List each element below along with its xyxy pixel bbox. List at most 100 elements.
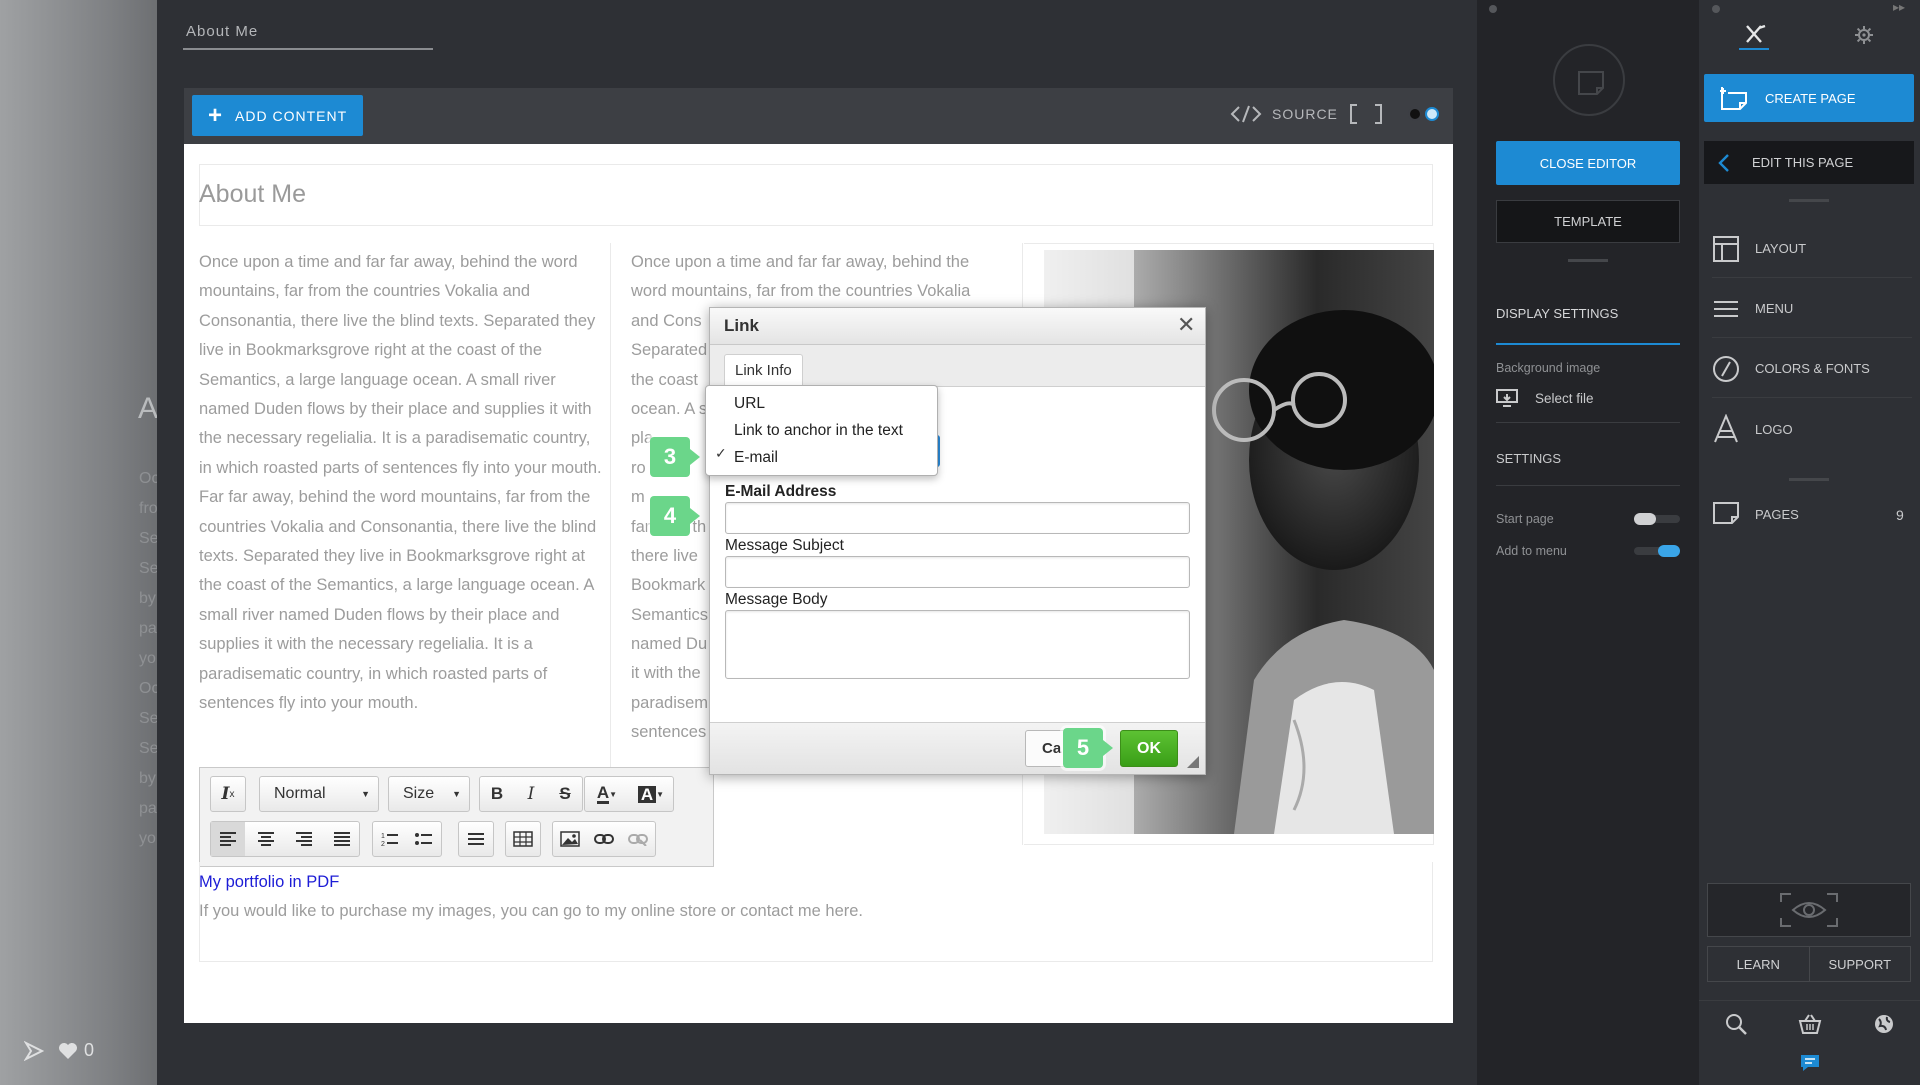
subject-label: Message Subject	[725, 537, 844, 554]
svg-text:2: 2	[381, 841, 385, 847]
page-heading[interactable]: About Me	[199, 180, 499, 209]
nav-label: PAGES	[1755, 506, 1799, 522]
edit-this-page-button[interactable]: EDIT THIS PAGE	[1704, 141, 1914, 184]
nav-label: COLORS & FONTS	[1755, 361, 1870, 376]
add-to-menu-label: Add to menu	[1496, 544, 1567, 558]
nav-item-logo[interactable]: LOGO	[1712, 400, 1912, 458]
table-group	[505, 821, 541, 857]
globe-icon[interactable]	[1873, 1013, 1895, 1035]
share-icon[interactable]	[24, 1040, 44, 1061]
tab-link-info[interactable]: Link Info	[724, 354, 803, 388]
nav-item-pages[interactable]: PAGES	[1712, 485, 1912, 543]
close-editor-button[interactable]: CLOSE EDITOR	[1496, 141, 1680, 185]
resize-handle[interactable]	[1187, 756, 1199, 768]
display-settings-heading[interactable]: DISPLAY SETTINGS	[1496, 306, 1618, 321]
checkmark-icon: ✓	[715, 445, 727, 461]
panel-handle-dot[interactable]	[1489, 5, 1497, 13]
active-tab-underline	[1739, 48, 1769, 50]
page-title-tab[interactable]: About Me	[183, 20, 433, 50]
link-type-dropdown: URL Link to anchor in the text ✓ E-mail	[705, 385, 938, 476]
gear-icon[interactable]	[1855, 26, 1873, 44]
media-group	[552, 821, 656, 857]
add-to-menu-toggle[interactable]	[1634, 545, 1680, 557]
text-column-1[interactable]: Once upon a time and far far away, behin…	[199, 243, 611, 770]
body-field[interactable]	[725, 610, 1190, 679]
format-select[interactable]: Normal ▼	[259, 776, 379, 812]
italic-icon[interactable]: I	[514, 777, 548, 811]
align-justify-icon[interactable]	[325, 822, 359, 856]
email-label: E-Mail Address	[725, 483, 837, 500]
colors-fonts-icon	[1713, 355, 1739, 382]
bold-icon[interactable]: B	[480, 777, 514, 811]
text-style-group: B I S	[479, 776, 583, 812]
ghost-text-line: by	[139, 770, 156, 787]
size-select-value: Size	[403, 785, 435, 802]
support-button[interactable]: SUPPORT	[1810, 947, 1911, 981]
option-url[interactable]: URL	[734, 395, 765, 413]
dialog-titlebar[interactable]	[710, 308, 1205, 345]
option-email[interactable]: E-mail	[734, 449, 778, 467]
heart-icon[interactable]	[58, 1042, 78, 1060]
nav-item-layout[interactable]: LAYOUT	[1712, 220, 1912, 278]
collapse-arrows-icon[interactable]: ▸▸	[1893, 0, 1905, 14]
text-color-icon[interactable]: A ▼	[585, 777, 629, 811]
subject-field[interactable]	[725, 556, 1190, 588]
nav-item-colors-fonts[interactable]: COLORS & FONTS	[1712, 340, 1912, 398]
ghost-text-line: yo	[139, 650, 156, 667]
nav-item-menu[interactable]: MENU	[1712, 280, 1912, 338]
edit-this-page-label: EDIT THIS PAGE	[1752, 155, 1854, 170]
remove-format-icon[interactable]: Ix	[211, 777, 245, 811]
strikethrough-icon[interactable]: S	[548, 777, 582, 811]
horizontal-rule-icon[interactable]	[459, 822, 493, 856]
start-page-toggle[interactable]	[1634, 513, 1680, 525]
close-icon[interactable]: ✕	[1177, 314, 1195, 336]
ghost-text-line: Se	[139, 740, 159, 757]
source-label: SOURCE	[1272, 106, 1338, 122]
bullet-list-icon[interactable]	[407, 822, 441, 856]
background-page-preview	[0, 0, 157, 1085]
layout-icon	[1713, 235, 1739, 262]
tools-icon[interactable]	[1739, 24, 1769, 44]
search-icon[interactable]	[1725, 1013, 1747, 1035]
ghost-text-line: Se	[139, 560, 159, 577]
purchase-text[interactable]: If you would like to purchase my images,…	[199, 902, 863, 921]
section-divider	[1789, 199, 1829, 202]
section-divider	[1789, 478, 1829, 481]
portfolio-link[interactable]: My portfolio in PDF	[199, 873, 339, 892]
option-anchor[interactable]: Link to anchor in the text	[734, 422, 903, 440]
image-icon[interactable]	[553, 822, 587, 856]
view-toggle[interactable]	[1408, 107, 1439, 121]
column-1-text[interactable]: Once upon a time and far far away, behin…	[199, 243, 604, 719]
chat-icon[interactable]	[1799, 1053, 1821, 1073]
email-field[interactable]	[725, 502, 1190, 534]
add-content-label: ADD CONTENT	[235, 107, 348, 124]
add-content-button[interactable]: + ADD CONTENT	[192, 95, 363, 136]
background-color-icon[interactable]: A ▼	[629, 777, 673, 811]
pages-count: 9	[1896, 507, 1904, 523]
select-file-button[interactable]: Select file	[1496, 389, 1594, 407]
select-file-label: Select file	[1535, 390, 1594, 406]
ghost-text-line: pa	[139, 800, 157, 817]
link-icon[interactable]	[587, 822, 621, 856]
basket-icon[interactable]	[1798, 1013, 1822, 1035]
learn-button[interactable]: LEARN	[1708, 947, 1810, 981]
fullscreen-icon[interactable]	[1349, 103, 1383, 125]
logo-icon	[1714, 414, 1738, 443]
size-select[interactable]: Size ▼	[388, 776, 470, 812]
ok-button[interactable]: OK	[1120, 730, 1178, 767]
create-page-button[interactable]: CREATE PAGE	[1704, 74, 1914, 122]
align-right-icon[interactable]	[287, 822, 321, 856]
monitor-icon	[1496, 389, 1518, 407]
page-icon-placeholder	[1553, 44, 1625, 116]
table-icon[interactable]	[506, 822, 540, 856]
source-button[interactable]: SOURCE	[1230, 104, 1338, 124]
numbered-list-icon[interactable]: 12	[373, 822, 407, 856]
align-left-icon[interactable]	[211, 822, 245, 856]
preview-button[interactable]	[1707, 883, 1911, 937]
column-2-line: word mountains, far from the countries V…	[631, 282, 971, 301]
template-button[interactable]: TEMPLATE	[1496, 200, 1680, 243]
ghost-heading: A	[138, 392, 159, 425]
unlink-icon[interactable]	[621, 822, 655, 856]
align-center-icon[interactable]	[249, 822, 283, 856]
panel-handle-dot[interactable]	[1712, 5, 1720, 13]
